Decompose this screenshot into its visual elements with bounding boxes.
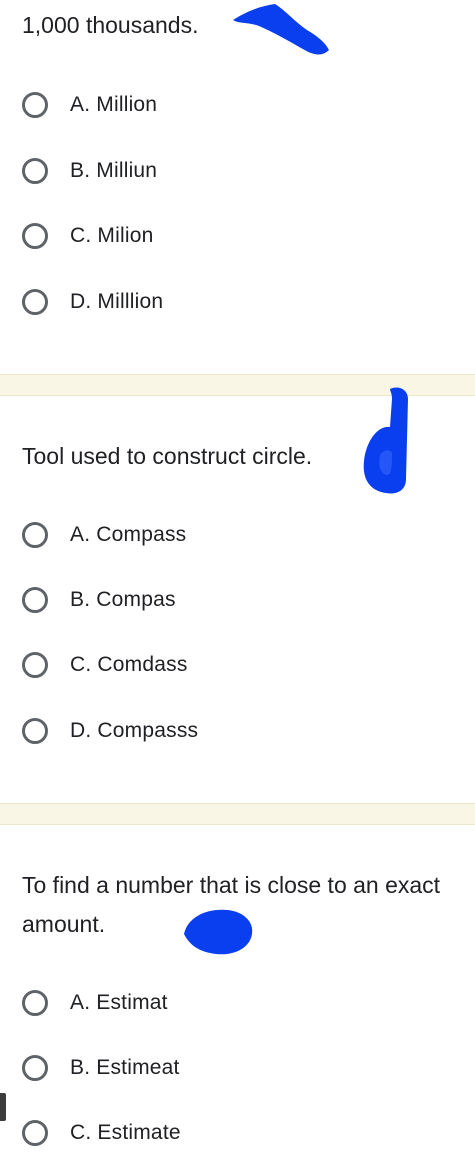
option-label: D. Milllion xyxy=(70,290,164,313)
question-1-option-c[interactable]: C. Milion xyxy=(22,219,153,253)
radio-button-icon[interactable] xyxy=(22,652,48,678)
section-divider xyxy=(0,374,475,396)
option-label: B. Estimeat xyxy=(70,1056,180,1079)
radio-button-icon[interactable] xyxy=(22,158,48,184)
radio-button-icon[interactable] xyxy=(22,223,48,249)
section-divider xyxy=(0,803,475,825)
radio-button-icon[interactable] xyxy=(22,1120,48,1146)
question-2-option-d[interactable]: D. Compasss xyxy=(22,714,198,748)
option-label: C. Estimate xyxy=(70,1121,181,1144)
option-label: C. Milion xyxy=(70,224,154,247)
option-label: D. Compasss xyxy=(70,719,199,742)
scroll-edge-indicator xyxy=(0,1093,6,1121)
option-label: A. Million xyxy=(70,93,158,116)
radio-button-icon[interactable] xyxy=(22,587,48,613)
radio-button-icon[interactable] xyxy=(22,718,48,744)
question-1-text: 1,000 thousands. xyxy=(22,12,199,38)
radio-button-icon[interactable] xyxy=(22,1055,48,1081)
option-label: A. Estimat xyxy=(70,991,168,1014)
radio-button-icon[interactable] xyxy=(22,289,48,315)
option-label: B. Compas xyxy=(70,588,176,611)
radio-button-icon[interactable] xyxy=(22,990,48,1016)
question-3-text: To find a number that is close to an exa… xyxy=(22,872,447,937)
question-2-option-b[interactable]: B. Compas xyxy=(22,583,176,617)
option-label: A. Compass xyxy=(70,523,187,546)
question-1-option-a[interactable]: A. Million xyxy=(22,88,157,122)
question-3-option-a[interactable]: A. Estimat xyxy=(22,986,168,1020)
question-1-option-d[interactable]: D. Milllion xyxy=(22,285,163,319)
radio-button-icon[interactable] xyxy=(22,522,48,548)
question-3-option-c[interactable]: C. Estimate xyxy=(22,1116,181,1150)
radio-button-icon[interactable] xyxy=(22,92,48,118)
question-1-option-b[interactable]: B. Milliun xyxy=(22,154,157,188)
question-2-option-a[interactable]: A. Compass xyxy=(22,518,186,552)
question-3-option-b[interactable]: B. Estimeat xyxy=(22,1051,180,1085)
option-label: B. Milliun xyxy=(70,159,158,182)
question-2-text: Tool used to construct circle. xyxy=(22,443,313,469)
question-2-option-c[interactable]: C. Comdass xyxy=(22,648,188,682)
option-label: C. Comdass xyxy=(70,653,188,676)
